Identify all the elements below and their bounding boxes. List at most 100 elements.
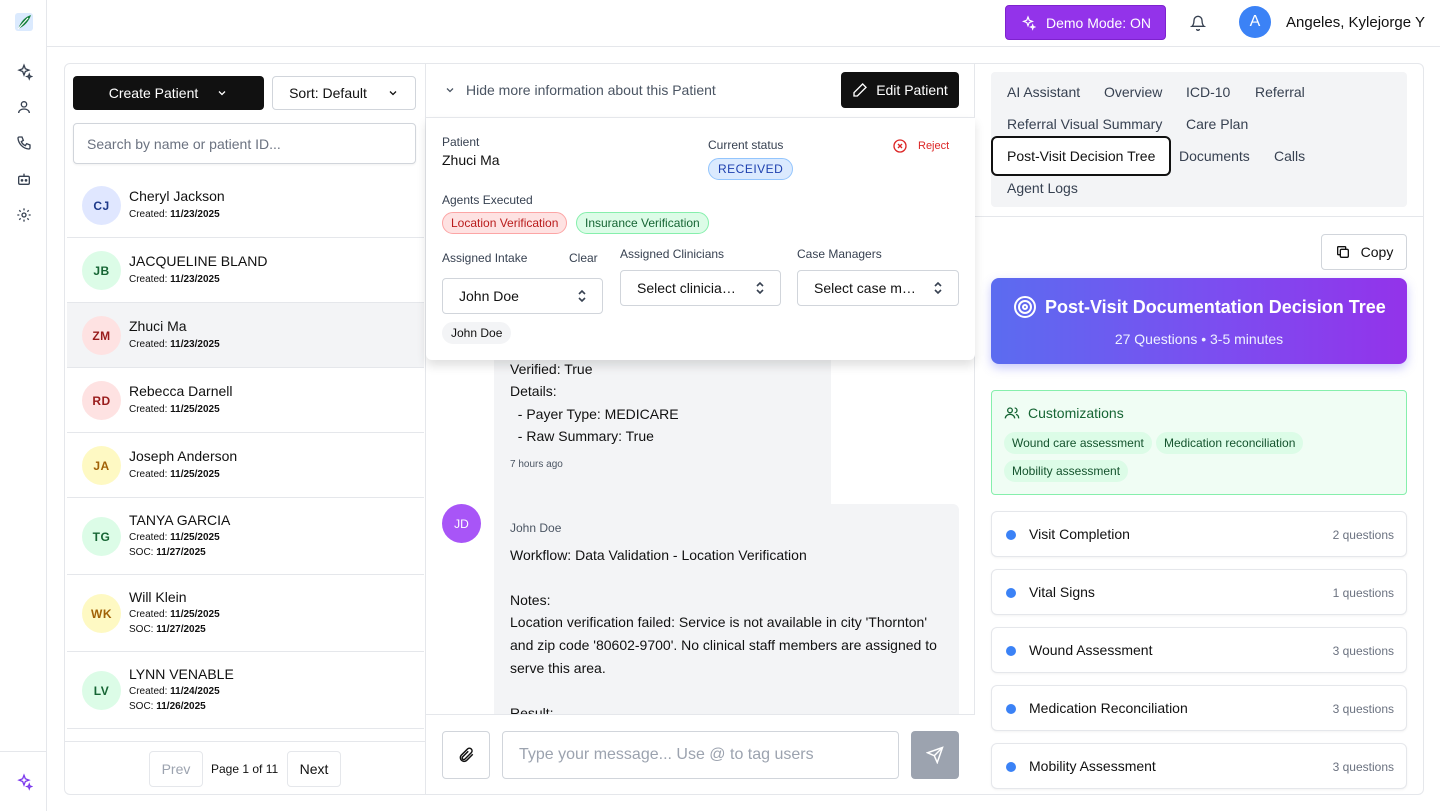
created-value: 11/25/2025 <box>170 609 220 620</box>
patient-row[interactable]: LV LYNN VENABLE Created: 11/24/2025 SOC: 11… <box>67 652 424 729</box>
ai-sparkle-icon[interactable] <box>0 751 47 811</box>
tab-calls[interactable]: Calls <box>1274 138 1305 174</box>
icon-rail <box>0 0 47 811</box>
decision-tree-section[interactable]: Medication Reconciliation 3 questions <box>991 685 1407 731</box>
patient-name: JACQUELINE BLAND <box>129 253 268 269</box>
reject-label: Reject <box>918 140 950 152</box>
tab-agent-logs[interactable]: Agent Logs <box>1007 170 1078 206</box>
decision-tree-section[interactable]: Mobility Assessment 3 questions <box>991 743 1407 789</box>
create-patient-button[interactable]: Create Patient <box>73 76 264 110</box>
created-value: 11/23/2025 <box>170 339 220 350</box>
top-bar: Demo Mode: ON A Angeles, Kylejorge Y <box>47 0 1440 47</box>
search-input[interactable] <box>73 123 416 164</box>
tab-referral[interactable]: Referral <box>1255 74 1305 110</box>
intake-value: John Doe <box>459 288 519 304</box>
patient-row[interactable]: JB JACQUELINE BLAND Created: 11/23/2025 <box>67 238 424 303</box>
hide-info-toggle[interactable]: Hide more information about this Patient <box>444 82 716 98</box>
intake-chip: John Doe <box>442 322 512 344</box>
prev-button[interactable]: Prev <box>149 751 203 787</box>
message-bubble: John Doe Workflow: Data Validation - Loc… <box>494 504 959 714</box>
user-name[interactable]: Angeles, Kylejorge Y <box>1286 14 1425 31</box>
avatar: CJ <box>82 186 121 225</box>
created-value: 11/25/2025 <box>170 532 220 543</box>
patient-info-panel: Patient Zhuci Ma Current status RECEIVED… <box>426 117 975 360</box>
question-count: 3 questions <box>1332 760 1394 774</box>
tab-care-plan[interactable]: Care Plan <box>1186 106 1248 142</box>
decision-tree-subtitle: 27 Questions • 3-5 minutes <box>1114 331 1284 347</box>
patient-row[interactable]: TG TANYA GARCIA Created: 11/25/2025 SOC: 11… <box>67 498 424 575</box>
reject-button[interactable]: Reject <box>892 138 949 154</box>
soc-date: SOC: 11/27/2025 <box>129 547 206 558</box>
decision-tree-section[interactable]: Vital Signs 1 questions <box>991 569 1407 615</box>
created-label: Created: <box>129 609 168 620</box>
created-label: Created: <box>129 274 168 285</box>
edit-patient-label: Edit Patient <box>876 82 948 98</box>
patient-list: CJ Cheryl Jackson Created: 11/23/2025 JB JAC… <box>67 173 424 741</box>
tab-bar: AI Assistant Overview ICD-10 Referral Re… <box>991 72 1407 207</box>
created-date: Created: 11/23/2025 <box>129 274 220 285</box>
message-input[interactable] <box>502 731 899 779</box>
sort-select[interactable]: Sort: Default <box>272 76 416 110</box>
patient-list-column: Create Patient Sort: Default CJ Cheryl Ja… <box>65 64 426 794</box>
patient-row[interactable]: WK Will Klein Created: 11/25/2025 SOC: 11/2… <box>67 575 424 652</box>
edit-patient-button[interactable]: Edit Patient <box>841 72 959 108</box>
clinicians-select[interactable]: Select clinicia… <box>620 270 781 306</box>
page-info: Page 1 of 11 <box>211 762 279 776</box>
patient-name: Zhuci Ma <box>442 152 500 168</box>
decision-tree-section[interactable]: Visit Completion 2 questions <box>991 511 1407 557</box>
next-button[interactable]: Next <box>287 751 341 787</box>
created-label: Created: <box>129 209 168 220</box>
sparkles-icon[interactable] <box>14 62 34 82</box>
user-icon[interactable] <box>14 97 34 117</box>
intake-select[interactable]: John Doe <box>442 278 603 314</box>
customization-chip: Mobility assessment <box>1004 460 1129 482</box>
send-icon[interactable] <box>911 731 959 779</box>
created-date: Created: 11/25/2025 <box>129 532 220 543</box>
patient-row[interactable]: CJ Cheryl Jackson Created: 11/23/2025 <box>67 173 424 238</box>
soc-value: 11/26/2025 <box>156 701 206 712</box>
gear-icon[interactable] <box>14 205 34 225</box>
customization-chip: Medication reconciliation <box>1156 432 1304 454</box>
created-label: Created: <box>129 532 168 543</box>
avatar[interactable]: A <box>1239 6 1271 38</box>
patient-row[interactable]: ZM Zhuci Ma Created: 11/23/2025 <box>67 303 424 368</box>
message-composer <box>426 714 975 794</box>
sort-label: Sort: Default <box>289 85 367 101</box>
managers-select[interactable]: Select case m… <box>797 270 959 306</box>
tab-documents[interactable]: Documents <box>1179 138 1250 174</box>
patient-row[interactable]: JA Joseph Anderson Created: 11/25/2025 <box>67 433 424 498</box>
bell-icon[interactable] <box>1187 12 1209 34</box>
message-author: John Doe <box>510 521 562 535</box>
avatar: ZM <box>82 316 121 355</box>
question-count: 1 questions <box>1332 586 1394 600</box>
section-title: Vital Signs <box>1029 584 1095 600</box>
tab-icd-10[interactable]: ICD-10 <box>1186 74 1230 110</box>
phone-icon[interactable] <box>14 133 34 153</box>
created-value: 11/25/2025 <box>170 404 220 415</box>
soc-label: SOC: <box>129 547 154 558</box>
decision-tree-header: Post-Visit Documentation Decision Tree 2… <box>991 278 1407 364</box>
avatar: TG <box>82 517 121 556</box>
message-line: - Payer Type: MEDICARE <box>510 405 679 422</box>
patient-row[interactable]: RD Rebecca Darnell Created: 11/25/2025 <box>67 368 424 433</box>
status-dot <box>1006 762 1016 772</box>
question-count: 3 questions <box>1332 644 1394 658</box>
bot-icon[interactable] <box>14 169 34 189</box>
intake-label: Assigned Intake <box>442 251 528 265</box>
created-date: Created: 11/25/2025 <box>129 469 220 480</box>
paperclip-icon[interactable] <box>442 731 490 779</box>
app-logo[interactable] <box>8 6 40 38</box>
decision-tree-section[interactable]: Wound Assessment 3 questions <box>991 627 1407 673</box>
section-title: Visit Completion <box>1029 526 1130 542</box>
soc-value: 11/27/2025 <box>156 624 206 635</box>
demo-mode-button[interactable]: Demo Mode: ON <box>1005 5 1166 40</box>
message-body: Workflow: Data Validation - Location Ver… <box>510 544 943 714</box>
avatar: JA <box>82 446 121 485</box>
clear-button[interactable]: Clear <box>569 251 598 265</box>
tab-ai-assistant[interactable]: AI Assistant <box>1007 74 1080 110</box>
status-dot <box>1006 704 1016 714</box>
patient-name: Rebecca Darnell <box>129 383 233 399</box>
created-value: 11/23/2025 <box>170 274 220 285</box>
copy-button[interactable]: Copy <box>1321 234 1407 270</box>
tab-overview[interactable]: Overview <box>1104 74 1162 110</box>
